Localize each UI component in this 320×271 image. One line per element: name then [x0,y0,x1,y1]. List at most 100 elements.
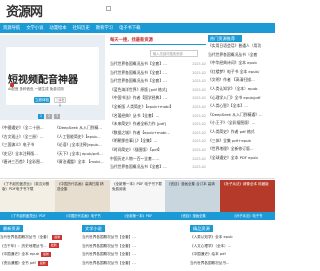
list-item[interactable]: 当代世界各国概况丛书【全套】… [82,259,182,268]
resource-title[interactable]: 《蓝色海洋世界》原版 [pdf 格式] [110,86,167,95]
thumbnail-caption[interactable]: 《宫廷》漫画全集 [165,212,220,220]
resource-title[interactable]: 当代世界各国概况丛书（全套） [0,233,50,242]
resource-link[interactable]: 《人工智能简史》【epub… [55,133,105,142]
resource-link[interactable]: 《论语》[全本注释]epub… [55,141,105,150]
list-item[interactable]: 《文明》作者 【高清扫描… [208,76,275,85]
list-item[interactable]: 《小王子》（全彩插图版）… [208,119,275,128]
list-item[interactable]: 当代世界各国概况丛书（全套） 最新 [0,233,78,242]
thumbnail-card[interactable]: 《了不起的盖茨比》（英汉对照版）PDF电子书下载 《了不起的盖茨比》PDF [0,180,55,220]
list-item[interactable]: 当代世界各国概况丛书【全套】… 2025-02 [110,163,206,172]
section-tag[interactable]: 文学小说 [82,224,105,232]
resource-link[interactable]: 《古文观止》（全三册）… [0,133,55,142]
list-item[interactable]: 《明朝那些事儿》【全集】… 2025-02 [110,137,206,146]
list-item[interactable]: 《中国书法》作者【国学经典】… 2025-02 [110,94,206,103]
list-item[interactable]: 《红楼梦》电子书 全本 epub/ [208,68,275,77]
resource-title[interactable]: 当代世界各国概况丛书【全套】… [110,69,167,78]
resource-title[interactable]: 当代世界各国概况丛书【全套】… [110,163,167,172]
thumbnail-caption[interactable]: 《中国历代名画》电子书 [55,212,110,220]
list-item[interactable]: 《数据之城》作者【epub+mobi… 2025-02 [110,129,206,138]
list-item[interactable]: 当代世界各国概况丛书（全套 [208,51,275,60]
list-item[interactable]: 《全球通史》全本 PDF epub [208,154,275,163]
resource-title[interactable]: 《数据之城》作者【epub+mobi… [110,129,170,138]
resource-link[interactable]: 《史记》全本注释版… [0,150,55,159]
list-item[interactable]: 当代世界各国概况丛书【全套】… [82,242,182,251]
list-item[interactable]: 《蓝色海洋世界》原版 [pdf 格式] 2025-02 [110,86,206,95]
nav-item-comics[interactable]: 动漫绘本 [49,25,66,31]
site-logo[interactable]: 资源网 [6,2,43,20]
list-item[interactable]: 《人类心智》【全本】… [208,102,275,111]
list-item[interactable]: 《实用日语会话》普通人（用功 [208,42,275,51]
search-input[interactable]: 输入关键词搜索资源 [150,50,198,57]
resource-link[interactable]: 《三国演义》电子书 [0,141,55,150]
resource-date: 2025-02 [192,156,206,161]
resource-date: 2025-02 [192,165,206,170]
list-item[interactable]: 当代世界各国概况丛书【全套】… 2025-02 [110,60,206,69]
resource-title[interactable]: 《全新版 人类简史》【epub+mobi】 [110,103,173,112]
resource-title[interactable]: 《时间简史》（插图版）【pdf】 [110,146,162,155]
list-item[interactable]: 《中国通史》绘本 pdf [190,250,275,259]
list-item[interactable]: 《人文心理学》（全本）… [190,242,275,251]
resource-link[interactable]: 《資治通鑑》全本 【mobi… [55,158,105,167]
promo-banner[interactable]: 短视频配音神器 AI配音 多种音色 一键生成 免费试用 立即体验 了解更多 [0,35,105,120]
list-item[interactable]: 当代世界各国概况丛书… [190,259,275,268]
banner-cta-button[interactable]: 立即体验 [34,97,50,103]
list-item[interactable]: 《五千年》：历史地理丛书… 最新 [0,242,78,251]
list-item[interactable]: 《世界地理》全新修订版… [208,145,275,154]
nav-item-ebooks[interactable]: 电子书下载 [119,25,140,31]
list-item[interactable]: 当代世界各国概况丛书【全套】… 2025-02 [110,77,206,86]
nav-item-education[interactable]: 教育学习 [96,25,113,31]
thumbnail-card[interactable]: 《中国历代名画》高清扫描 精选全集 《中国历代名画》电子书 [55,180,110,220]
list-item[interactable]: 《资治通鑑》全书 pdf 最新 [0,259,78,268]
bottom-header-latest: 最新资源 [0,224,23,232]
resource-title[interactable]: 当代世界各国概况丛书【全套】… [110,77,167,86]
resource-title[interactable]: 《中国书法》作者【国学经典】… [110,94,167,103]
thumbnail-card[interactable]: 《宫廷》漫画全集 合订本 高清 《宫廷》漫画全集 [165,180,220,220]
thumbnail-caption[interactable]: 《孙子兵法》电子书 [220,212,275,220]
new-badge: 最新 [37,260,48,266]
resource-link[interactable]: 《中國通史》（全二十册… [0,124,55,133]
resource-title[interactable]: 当代世界各国概况丛书【全套】… [110,60,167,69]
pager-dot[interactable]: 3 [54,114,60,119]
list-item[interactable]: 《中国通史》全本 epub 最新 [0,250,78,259]
thumbnail-caption[interactable]: 《了不起的盖茨比》PDF [0,212,55,220]
resource-title[interactable]: 中国历史人物一百～全套…… [110,155,159,164]
thumbnail-card[interactable]: 《孙子兵法》绣像全本 珍藏版 《孙子兵法》电子书 [220,180,275,220]
resource-title[interactable]: 《名著经典》丛书【全套】… [110,112,159,121]
resource-title[interactable]: 《五千年》：历史地理丛书… [0,242,47,251]
broken-image-icon [106,6,111,11]
resource-link[interactable]: 《天下》[全本] epub/pdf… [55,150,105,159]
section-tag[interactable]: 最新资源 [0,224,23,232]
list-item[interactable]: 《人类简史》作者 pdf 格式 [208,128,275,137]
list-item[interactable]: 《名著经典》丛书【全套】… 2025-02 [110,112,206,121]
list-item[interactable]: 《未来简史》作者全新力作 [pdf] 2025-02 [110,120,206,129]
pager-dot[interactable]: 1 [38,114,44,119]
resource-title[interactable]: 《明朝那些事儿》【全集】… [110,137,157,146]
list-item[interactable]: 《时间简史》（插图版）【pdf】 2025-02 [110,146,206,155]
list-item[interactable]: 《人类认知学》全本 epub [190,233,275,242]
list-item[interactable]: 《DeepSeek 从入门到精通》… [208,111,275,120]
list-item[interactable]: 《人类认知学》（全本）epub [208,85,275,94]
list-item[interactable]: 当代世界各国概况丛书【全套】… [82,250,182,259]
thumbnail-card[interactable]: 《全新第一本》PDF 电子书下载 免费阅读 《全新第一本》PDF [110,180,165,220]
list-item[interactable]: 《三体》全集 pdf+epub [208,137,275,146]
resource-title[interactable]: 《中国通史》全本 epub [0,250,39,259]
section-tag[interactable]: 精品资源 [190,224,213,232]
banner-more-button[interactable]: 了解更多 [54,97,66,107]
resource-link[interactable]: 《DeepSeek 从入门到精… [55,124,105,133]
nav-item-home[interactable]: 资源导航 [3,25,20,31]
list-item[interactable]: 中国历史人物一百～全套…… 2025-02 [110,155,206,164]
list-item[interactable]: 《中华经典诗词》全本 epub [208,59,275,68]
list-item[interactable]: 《心理学入门》全书 epub/pdf [208,94,275,103]
list-item[interactable]: 当代世界各国概况丛书【全套】… 2025-02 [110,69,206,78]
resource-title[interactable]: 《资治通鑑》全书 pdf [0,259,36,268]
nav-item-history[interactable]: 社科历史 [73,25,90,31]
nav-item-fiction[interactable]: 文学小说 [26,25,43,31]
latest-resource-list: 当代世界各国概况丛书【全套】… 2025-02 当代世界各国概况丛书【全套】… 20… [110,60,206,172]
resource-title[interactable]: 《未来简史》作者全新力作 [pdf] [110,120,166,129]
list-item[interactable]: 《全新版 人类简史》【epub+mobi】 2025-02 [110,103,206,112]
pager-dot[interactable]: 2 [46,114,52,119]
section-divider [0,178,275,179]
list-item[interactable]: 当代世界各国概况丛书【全套】… [82,233,182,242]
resource-link[interactable]: 《唐诗三百首》【全彩图… [0,158,55,167]
thumbnail-caption[interactable]: 《全新第一本》PDF [110,212,165,220]
